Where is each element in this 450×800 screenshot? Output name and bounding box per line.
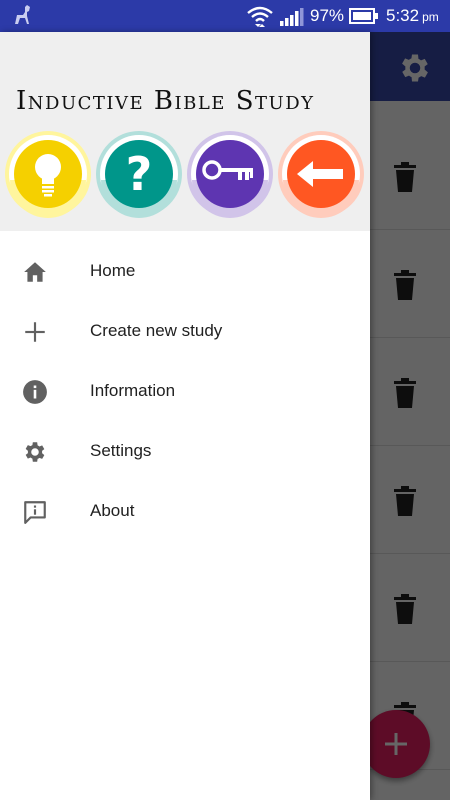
plus-icon	[25, 322, 45, 342]
home-icon	[24, 262, 46, 282]
drawer-title: Inductive Bible Study	[16, 86, 315, 116]
drawer-item-label: About	[90, 501, 135, 520]
key-icon	[187, 131, 273, 218]
clock-time: 5:32	[386, 6, 420, 25]
drawer-menu: Home Create new study Information Settin…	[0, 241, 370, 541]
drawer-header: Inductive Bible Study ?	[0, 32, 370, 231]
drawer-item-label: Information	[90, 381, 176, 400]
wifi-icon	[247, 6, 273, 27]
drawer-item-information[interactable]: Information	[0, 361, 370, 421]
app-notification-icon	[15, 5, 30, 24]
clock: 5:32 pm	[386, 5, 439, 28]
signal-icon	[280, 8, 304, 26]
drawer-item-about[interactable]: About	[0, 481, 370, 541]
drawer-item-label: Settings	[90, 441, 152, 460]
info-icon	[23, 380, 47, 404]
drawer-item-home[interactable]: Home	[0, 241, 370, 301]
gear-icon	[25, 442, 45, 462]
drawer-item-settings[interactable]: Settings	[0, 421, 370, 481]
navigation-drawer: Inductive Bible Study ? Home Create new …	[0, 32, 370, 800]
clock-ampm: pm	[422, 10, 439, 24]
question-mark-icon: ?	[96, 131, 182, 218]
svg-text:?: ?	[126, 147, 153, 201]
status-bar: 97% 5:32 pm	[0, 0, 450, 32]
drawer-item-label: Home	[90, 261, 136, 280]
drawer-item-create-new-study[interactable]: Create new study	[0, 301, 370, 361]
battery-icon	[349, 8, 378, 24]
feedback-icon	[24, 501, 46, 524]
drawer-item-label: Create new study	[90, 321, 223, 340]
battery-percent: 97%	[310, 6, 345, 25]
arrow-left-icon	[278, 131, 364, 218]
lightbulb-icon	[5, 131, 91, 218]
